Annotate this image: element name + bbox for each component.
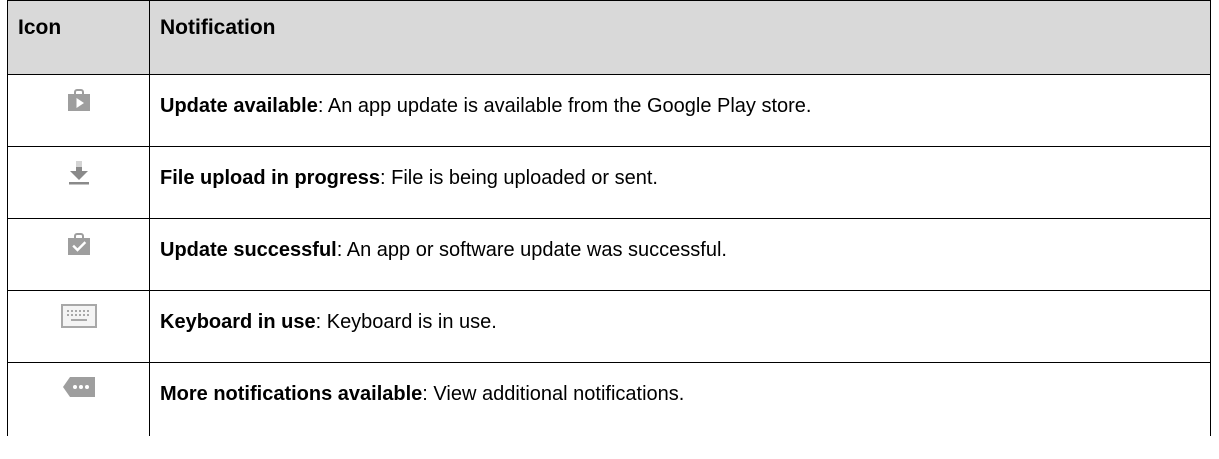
notification-cell: Keyboard in use: Keyboard is in use.	[149, 290, 1211, 363]
notification-cell: File upload in progress: File is being u…	[149, 146, 1211, 219]
table-row: Update available: An app update is avail…	[7, 74, 1211, 147]
icon-cell	[7, 74, 150, 147]
notification-description: : View additional notifications.	[422, 383, 685, 405]
play-store-update-icon	[67, 89, 90, 111]
icon-cell	[7, 362, 150, 436]
notification-description: : File is being uploaded or sent.	[380, 167, 658, 189]
icon-cell	[7, 146, 150, 219]
notification-title: Update successful	[160, 239, 337, 261]
header-icon-column: Icon	[7, 0, 150, 75]
more-notifications-icon	[62, 377, 95, 397]
notification-cell: More notifications available: View addit…	[149, 362, 1211, 436]
notification-icons-table: Icon Notification Update available: An a…	[7, 0, 1211, 436]
table-header-row: Icon Notification	[7, 0, 1211, 75]
notification-title: More notifications available	[160, 383, 423, 405]
update-success-bag-check-icon	[67, 233, 90, 255]
notification-description: : Keyboard is in use.	[315, 311, 497, 333]
table-row: Keyboard in use: Keyboard is in use.	[7, 290, 1211, 363]
notification-description: : An app or software update was successf…	[336, 239, 727, 261]
notification-title: File upload in progress	[160, 167, 381, 189]
header-icon-label: Icon	[18, 16, 62, 39]
header-notification-label: Notification	[160, 16, 276, 39]
notification-cell: Update successful: An app or software up…	[149, 218, 1211, 291]
notification-cell: Update available: An app update is avail…	[149, 74, 1211, 147]
notification-title: Update available	[160, 95, 318, 117]
download-arrow-icon	[68, 161, 89, 185]
table-row: File upload in progress: File is being u…	[7, 146, 1211, 219]
table-row: More notifications available: View addit…	[7, 362, 1211, 436]
keyboard-icon	[60, 304, 97, 328]
notification-title: Keyboard in use	[160, 311, 316, 333]
icon-cell	[7, 290, 150, 363]
table-row: Update successful: An app or software up…	[7, 218, 1211, 291]
icon-cell	[7, 218, 150, 291]
header-notification-column: Notification	[149, 0, 1211, 75]
notification-description: : An app update is available from the Go…	[317, 95, 812, 117]
